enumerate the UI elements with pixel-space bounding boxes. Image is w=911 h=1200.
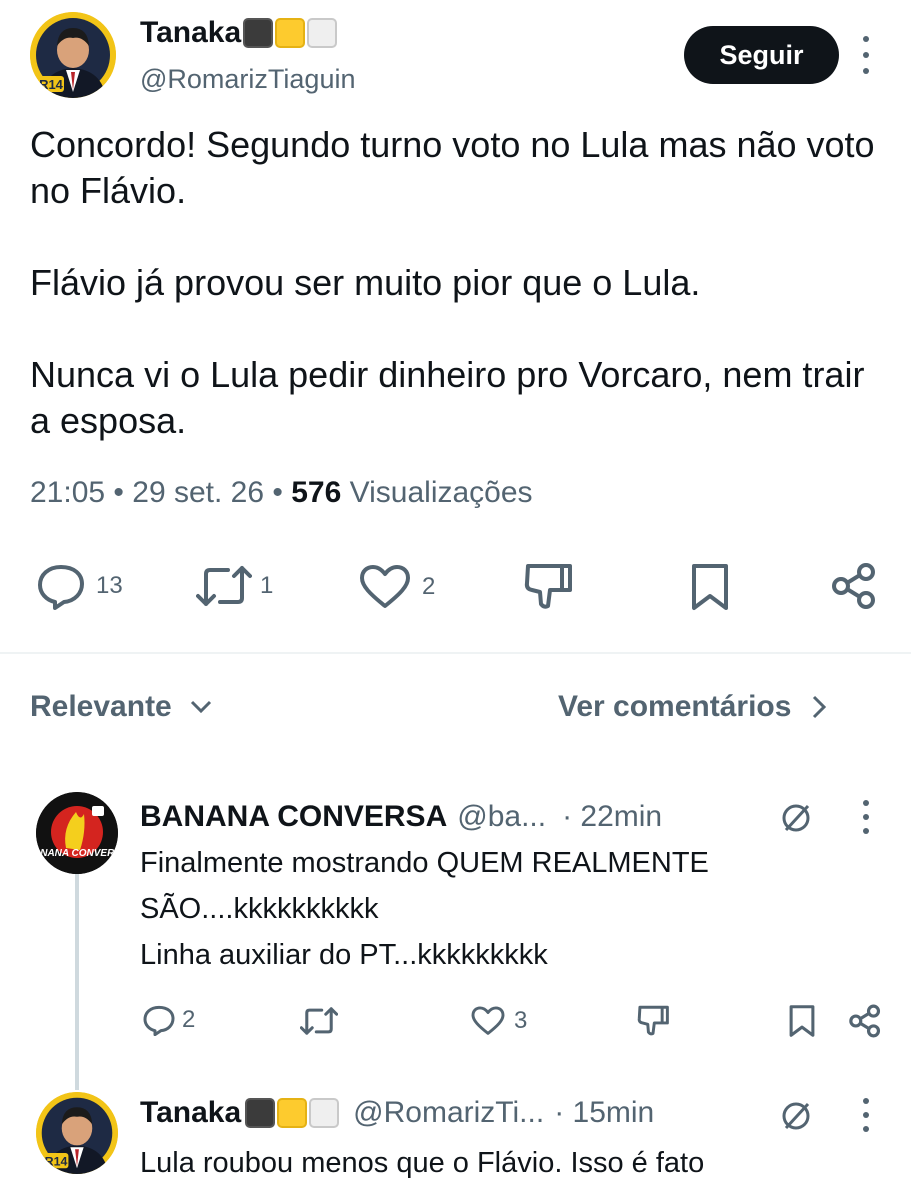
- author-name[interactable]: Tanaka: [140, 16, 241, 50]
- views-count: 576: [291, 476, 342, 509]
- yellow-square-emoji: [277, 1098, 308, 1128]
- reply-icon: [38, 565, 84, 610]
- repost-action[interactable]: 1: [196, 564, 273, 608]
- repost-icon: [300, 1007, 338, 1035]
- reply-avatar[interactable]: R14: [36, 1092, 118, 1174]
- tweet-paragraph: Nunca vi o Lula pedir dinheiro pro Vorca…: [30, 354, 865, 441]
- share-action[interactable]: [830, 562, 878, 610]
- chevron-right-icon: [813, 695, 827, 719]
- author-handle[interactable]: @RomarizTiaguin: [140, 64, 355, 95]
- yellow-square-emoji: [275, 18, 306, 48]
- see-comments-label: Ver comentários: [558, 690, 792, 723]
- svg-text:R14: R14: [45, 1154, 68, 1168]
- heart-icon: [471, 1006, 505, 1035]
- heart-icon: [360, 565, 410, 608]
- reply-time[interactable]: · 15min: [554, 1096, 654, 1130]
- svg-text:R14: R14: [39, 77, 64, 92]
- grok-icon[interactable]: [778, 800, 814, 836]
- sort-dropdown[interactable]: Relevante: [30, 690, 212, 724]
- reply-line: Finalmente mostrando QUEM REALMENTE: [140, 847, 709, 879]
- author-name-row[interactable]: Tanaka: [140, 16, 338, 50]
- like-count: 3: [514, 1007, 528, 1034]
- svg-text:BANANA CONVERSA: BANANA CONVERSA: [36, 848, 118, 859]
- follow-button[interactable]: Seguir: [684, 26, 839, 84]
- bookmark-action[interactable]: [690, 562, 730, 612]
- thumbs-down-icon: [637, 1005, 669, 1036]
- repost-icon: [196, 566, 252, 606]
- grok-icon[interactable]: [778, 1098, 814, 1134]
- reply-action[interactable]: 2: [142, 1004, 195, 1036]
- reply-text: Lula roubou menos que o Flávio. Isso é f…: [140, 1140, 880, 1186]
- reply-text: Finalmente mostrando QUEM REALMENTE SÃO.…: [140, 840, 880, 978]
- views-label: Visualizações: [349, 476, 533, 509]
- reply-author-handle[interactable]: @RomarizTi...: [353, 1096, 544, 1130]
- share-icon: [849, 1004, 881, 1038]
- tweet-paragraph: Concordo! Segundo turno voto no Lula mas…: [30, 124, 875, 211]
- thread-line: [75, 870, 79, 1090]
- more-options-icon[interactable]: [856, 36, 876, 74]
- reply-avatar[interactable]: BANANA CONVERSA: [36, 792, 118, 874]
- bookmark-action[interactable]: [788, 1004, 816, 1038]
- share-icon: [832, 563, 875, 609]
- dislike-action[interactable]: [636, 1004, 670, 1038]
- tweet-time[interactable]: 21:05: [30, 476, 105, 509]
- reply-line: SÃO....kkkkkkkkkk: [140, 893, 379, 925]
- like-action[interactable]: 3: [470, 1006, 527, 1036]
- reply-more-icon[interactable]: [856, 800, 876, 834]
- reply-count: 2: [182, 1006, 196, 1033]
- reply-author-name[interactable]: Tanaka: [140, 1096, 241, 1130]
- white-square-emoji: [309, 1098, 340, 1128]
- reply-time[interactable]: · 22min: [562, 800, 662, 834]
- reply-line: Lula roubou menos que o Flávio. Isso é f…: [140, 1147, 705, 1179]
- reply-action[interactable]: 13: [36, 562, 123, 610]
- author-avatar[interactable]: R14: [30, 12, 116, 98]
- like-action[interactable]: 2: [358, 564, 435, 610]
- repost-action[interactable]: [300, 1006, 338, 1036]
- reply-author-name[interactable]: BANANA CONVERSA: [140, 800, 447, 834]
- reply-author-row[interactable]: BANANA CONVERSA @ba... · 22min: [140, 800, 662, 834]
- reply-icon: [143, 1005, 175, 1036]
- tweet-meta: 21:05 • 29 set. 26 • 576 Visualizações: [30, 476, 533, 509]
- thumbs-down-icon: [524, 564, 572, 609]
- reply-more-icon[interactable]: [856, 1098, 876, 1132]
- repost-count: 1: [260, 572, 274, 599]
- bookmark-icon: [692, 564, 728, 610]
- share-action[interactable]: [848, 1004, 882, 1038]
- see-comments-link[interactable]: Ver comentários: [558, 690, 827, 724]
- black-square-emoji: [243, 18, 274, 48]
- tweet-paragraph: Flávio já provou ser muito pior que o Lu…: [30, 262, 701, 303]
- bookmark-icon: [789, 1005, 815, 1037]
- sort-label: Relevante: [30, 690, 172, 723]
- reply-author-handle[interactable]: @ba...: [457, 800, 546, 834]
- like-count: 2: [422, 573, 436, 600]
- chevron-down-icon: [190, 700, 211, 714]
- tweet-date[interactable]: 29 set. 26: [132, 476, 264, 509]
- divider: [0, 652, 911, 654]
- white-square-emoji: [307, 18, 338, 48]
- reply-author-row[interactable]: Tanaka @RomarizTi... · 15min: [140, 1096, 654, 1130]
- black-square-emoji: [245, 1098, 276, 1128]
- tweet-text: Concordo! Segundo turno voto no Lula mas…: [30, 122, 890, 444]
- reply-count: 13: [96, 572, 123, 599]
- dislike-action[interactable]: [522, 562, 574, 612]
- reply-line: Linha auxiliar do PT...kkkkkkkkk: [140, 939, 548, 971]
